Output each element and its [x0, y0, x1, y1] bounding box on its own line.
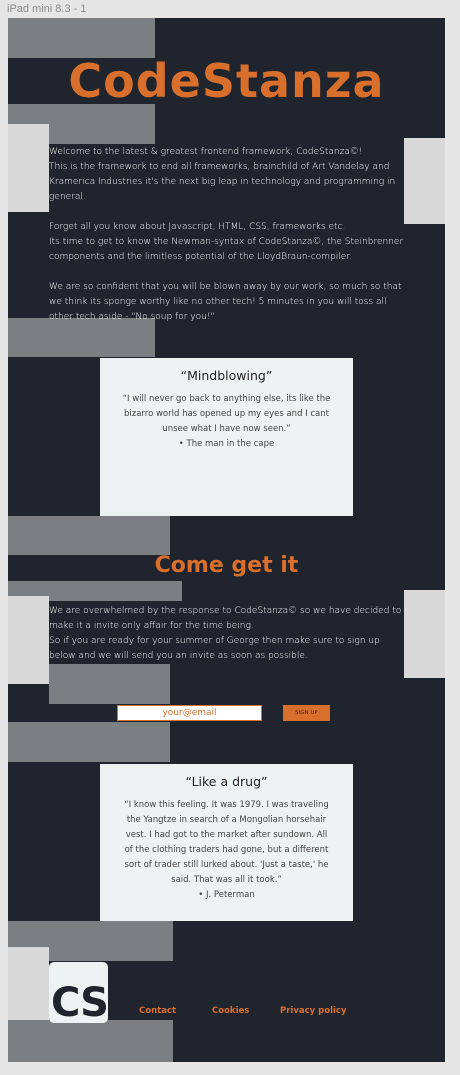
testimonial-title: “Like a drug”	[185, 774, 268, 789]
signup-heading: Come get it	[154, 553, 299, 578]
footer-logo[interactable]: CS	[49, 962, 108, 1023]
signup-paragraph: We are overwhelmed by the response to Co…	[49, 606, 402, 661]
footer-link-cookies[interactable]: Cookies	[212, 1006, 249, 1016]
decor-block	[404, 590, 445, 678]
decor-block	[8, 516, 170, 555]
testimonial-author: • The man in the cape	[178, 439, 275, 449]
decor-block	[8, 1020, 173, 1062]
decor-block	[49, 664, 170, 704]
testimonial-card: “Mindblowing” “I will never go back to a…	[100, 358, 353, 516]
email-field[interactable]	[117, 705, 262, 721]
decor-block	[8, 18, 155, 58]
testimonial-title: “Mindblowing”	[180, 368, 273, 383]
footer-link-privacy[interactable]: Privacy policy	[280, 1006, 346, 1016]
intro-paragraph-1: Welcome to the latest & greatest fronten…	[49, 147, 396, 202]
intro-text: Welcome to the latest & greatest fronten…	[49, 145, 405, 325]
testimonial-text: “I will never go back to anything else, …	[122, 394, 331, 434]
site-logo: CodeStanza	[68, 54, 385, 108]
signup-text: We are overwhelmed by the response to Co…	[49, 604, 405, 664]
intro-paragraph-2: Forget all you know about Javascript, HT…	[49, 222, 404, 262]
testimonial-card: “Like a drug” “I know this feeling. It w…	[100, 764, 353, 921]
footer-link-contact[interactable]: Contact	[139, 1006, 176, 1016]
decor-block	[8, 722, 170, 762]
testimonial-text: “I know this feeling. It was 1979. I was…	[124, 800, 329, 885]
intro-paragraph-3: We are so confident that you will be blo…	[49, 282, 402, 322]
decor-block	[404, 138, 445, 224]
decor-block	[8, 124, 49, 212]
frame-label: iPad mini 8.3 - 1	[7, 3, 87, 15]
signup-button[interactable]: SIGN UP	[283, 705, 330, 721]
artboard: CodeStanza Welcome to the latest & great…	[8, 18, 445, 1062]
testimonial-author: • J. Peterman	[198, 890, 255, 900]
decor-block	[8, 596, 49, 684]
footer-logo-text: CS	[51, 980, 108, 1023]
